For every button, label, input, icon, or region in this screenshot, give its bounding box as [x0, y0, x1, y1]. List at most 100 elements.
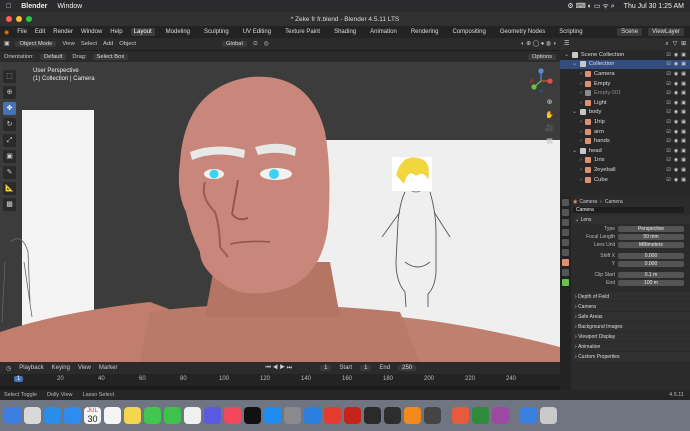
outliner-row[interactable]: › arm ☑ ◉ ▣: [560, 127, 690, 137]
scale-tool-icon[interactable]: ⤢: [3, 134, 16, 147]
menu-render[interactable]: Render: [53, 29, 73, 35]
messages-icon[interactable]: [144, 407, 161, 424]
tool-tab-icon[interactable]: [562, 199, 569, 206]
visibility-toggles[interactable]: ☑ ◉ ▣: [666, 148, 690, 154]
acrobat-icon[interactable]: [344, 407, 361, 424]
eye-icon[interactable]: ◉: [674, 148, 678, 154]
checkbox-icon[interactable]: ☑: [666, 157, 670, 163]
expand-arrow-icon[interactable]: ›: [580, 71, 582, 77]
clip-start-field[interactable]: 0.1 m: [618, 272, 684, 278]
timeline-editor-icon[interactable]: ◷: [6, 365, 11, 372]
play-controls-icon[interactable]: ⏮ ◀ ▶ ⏭: [266, 365, 293, 372]
minimize-window-button[interactable]: [16, 16, 22, 22]
expand-arrow-icon[interactable]: ⌄: [572, 61, 577, 67]
camera-render-icon[interactable]: ▣: [681, 81, 686, 87]
object-tab-icon[interactable]: [562, 259, 569, 266]
reminders-icon[interactable]: [104, 407, 121, 424]
world-tab-icon[interactable]: [562, 249, 569, 256]
annotate-tool-icon[interactable]: ✎: [3, 166, 16, 179]
transform-tool-icon[interactable]: ▣: [3, 150, 16, 163]
window-menu[interactable]: Window: [57, 3, 82, 10]
visibility-toggles[interactable]: ☑ ◉ ▣: [666, 119, 690, 125]
eye-icon[interactable]: ◉: [674, 167, 678, 173]
camera-render-icon[interactable]: ▣: [681, 177, 686, 183]
camera-panel[interactable]: › Camera: [573, 302, 690, 311]
start-field[interactable]: 1: [360, 365, 372, 371]
eye-icon[interactable]: ◉: [674, 119, 678, 125]
expand-arrow-icon[interactable]: ›: [580, 177, 582, 183]
safe-areas-panel[interactable]: › Safe Areas: [573, 312, 690, 321]
output-tab-icon[interactable]: [562, 219, 569, 226]
shift-y-field[interactable]: 0.000: [618, 261, 684, 267]
mode-dropdown[interactable]: Object Mode: [15, 41, 57, 47]
camera-render-icon[interactable]: ▣: [681, 61, 686, 67]
facetime-icon[interactable]: [164, 407, 181, 424]
visibility-toggles[interactable]: ☑ ◉ ▣: [666, 52, 690, 58]
podcasts-icon[interactable]: [204, 407, 221, 424]
visibility-toggles[interactable]: ☑ ◉ ▣: [666, 157, 690, 163]
tab-texture-paint[interactable]: Texture Paint: [282, 28, 323, 36]
visibility-toggles[interactable]: ☑ ◉ ▣: [666, 81, 690, 87]
type-dropdown[interactable]: Perspective: [618, 226, 684, 232]
safari-icon[interactable]: [44, 407, 61, 424]
camera-render-icon[interactable]: ▣: [681, 52, 686, 58]
unity-icon[interactable]: [364, 407, 381, 424]
playback-menu[interactable]: Playback: [19, 365, 43, 371]
checkbox-icon[interactable]: ☑: [666, 148, 670, 154]
outliner-funnel-icon[interactable]: ▽: [673, 41, 677, 47]
eye-icon[interactable]: ◉: [674, 52, 678, 58]
notes-icon[interactable]: [124, 407, 141, 424]
outliner-filter-icon[interactable]: ⌕: [665, 41, 668, 48]
keying-menu[interactable]: Keying: [52, 365, 70, 371]
current-frame-field[interactable]: 1: [320, 365, 332, 371]
tablet-icon[interactable]: [424, 407, 441, 424]
calendar-icon[interactable]: JUL 30: [84, 407, 101, 424]
checkbox-icon[interactable]: ☑: [666, 71, 670, 77]
orientation-dropdown[interactable]: Default: [39, 53, 67, 60]
trash-icon[interactable]: [540, 407, 557, 424]
timeline-ruler[interactable]: 1 20 40 60 80 100 120 140 160 180 200 22…: [0, 374, 560, 386]
visibility-toggles[interactable]: ☑ ◉ ▣: [666, 129, 690, 135]
excel-icon[interactable]: [472, 407, 489, 424]
clip-end-field[interactable]: 100 m: [618, 280, 684, 286]
outliner-row[interactable]: ⌄ body ☑ ◉ ▣: [560, 108, 690, 118]
checkbox-icon[interactable]: ☑: [666, 81, 670, 87]
visibility-toggles[interactable]: ☑ ◉ ▣: [666, 167, 690, 173]
lens-panel-header[interactable]: ⌄ Lens: [573, 215, 690, 224]
end-field[interactable]: 250: [398, 365, 417, 371]
apple-tv-icon[interactable]: [244, 407, 261, 424]
expand-arrow-icon[interactable]: ›: [580, 138, 582, 144]
eye-icon[interactable]: ◉: [674, 109, 678, 115]
tab-animation[interactable]: Animation: [367, 28, 400, 36]
view-menu[interactable]: View: [62, 41, 74, 47]
music-icon[interactable]: [224, 407, 241, 424]
focal-length-field[interactable]: 50 mm: [618, 234, 684, 240]
new-collection-icon[interactable]: ⊞: [681, 41, 690, 47]
3d-viewport[interactable]: ⬚ ⊕ ✥ ↻ ⤢ ▣ ✎ 📐 ▩ User Perspective (1) C…: [0, 62, 560, 362]
move-tool-icon[interactable]: ✥: [3, 102, 16, 115]
depth-of-field-panel[interactable]: › Depth of Field: [573, 292, 690, 301]
roblox-icon[interactable]: [324, 407, 341, 424]
view-layer-tab-icon[interactable]: [562, 229, 569, 236]
custom-properties-panel[interactable]: › Custom Properties: [573, 352, 690, 361]
mail-icon[interactable]: [64, 407, 81, 424]
visibility-toggles[interactable]: ☑ ◉ ▣: [666, 61, 690, 67]
viewport-display-panel[interactable]: › Viewport Display: [573, 332, 690, 341]
object-menu[interactable]: Object: [119, 41, 136, 47]
checkbox-icon[interactable]: ☑: [666, 119, 670, 125]
outliner-row[interactable]: ⌄ Collection ☑ ◉ ▣: [560, 59, 690, 70]
expand-arrow-icon[interactable]: ›: [580, 81, 582, 87]
checkbox-icon[interactable]: ☑: [666, 100, 670, 106]
github-icon[interactable]: [384, 407, 401, 424]
tab-layout[interactable]: Layout: [130, 28, 155, 36]
eye-icon[interactable]: ◉: [674, 71, 678, 77]
pan-hand-icon[interactable]: ✋: [545, 111, 554, 120]
camera-render-icon[interactable]: ▣: [681, 129, 686, 135]
checkbox-icon[interactable]: ☑: [666, 109, 670, 115]
outliner-row[interactable]: ⌄ Scene Collection ☑ ◉ ▣: [560, 50, 690, 60]
expand-arrow-icon[interactable]: ⌄: [572, 148, 577, 154]
app-menu[interactable]: Blender: [21, 3, 47, 10]
add-cube-tool-icon[interactable]: ▩: [3, 198, 16, 211]
expand-arrow-icon[interactable]: ›: [580, 90, 582, 96]
camera-render-icon[interactable]: ▣: [681, 100, 686, 106]
